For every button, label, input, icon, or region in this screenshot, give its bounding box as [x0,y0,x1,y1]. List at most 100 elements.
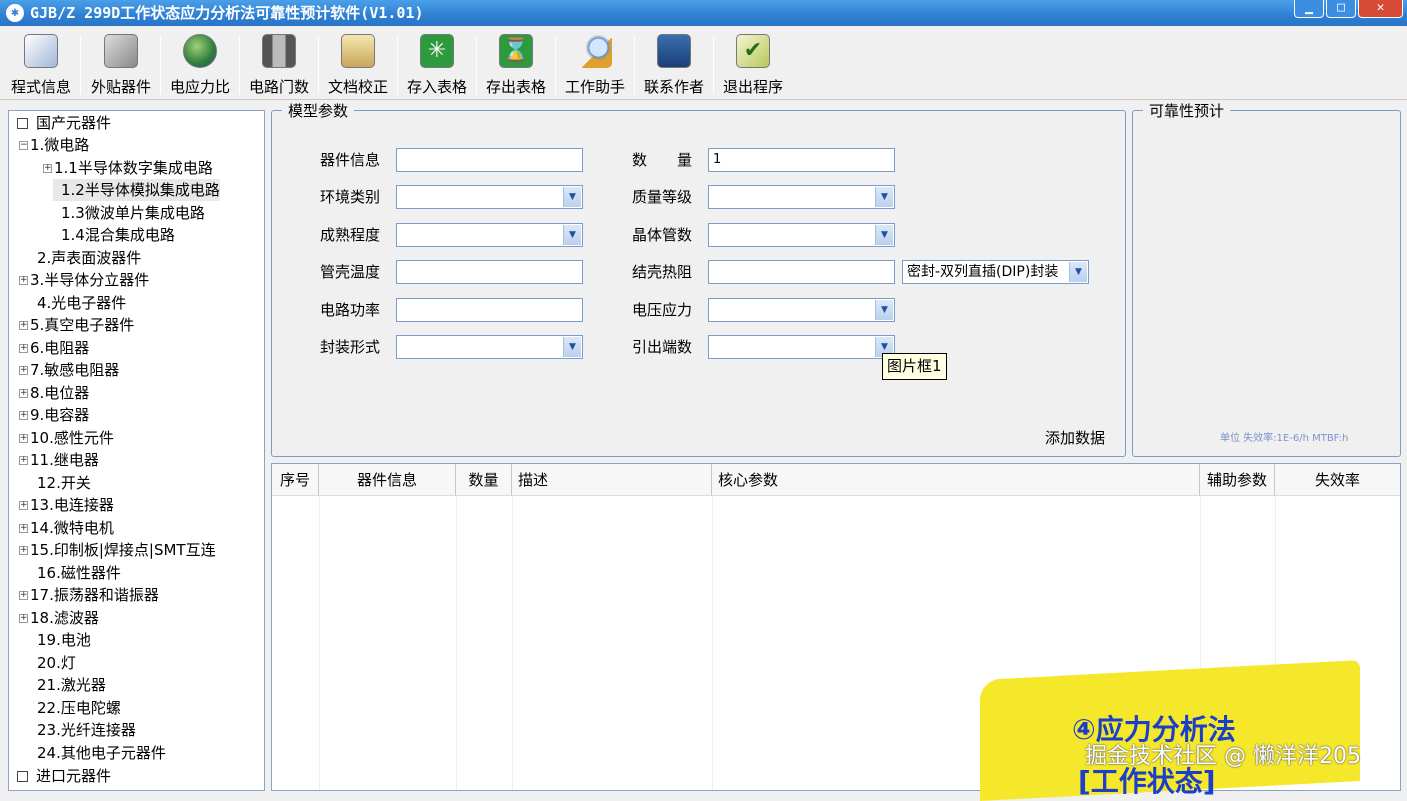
tree-item[interactable]: +8.电位器 [19,382,89,404]
tree-item[interactable]: 16.磁性器件 [29,562,121,584]
expand-icon[interactable]: + [19,501,28,510]
pins-select[interactable]: ▼ [708,335,895,359]
collapse-icon[interactable]: − [19,141,28,150]
tree-label: 2.声表面波器件 [37,249,142,267]
expand-icon[interactable]: + [19,411,28,420]
tree-label: 1.2半导体模拟集成电路 [61,181,220,199]
device-info-input[interactable] [396,148,583,172]
checkbox[interactable] [17,118,28,129]
expand-icon[interactable]: + [19,614,28,623]
toolbar-label: 程式信息 [10,78,71,96]
expand-icon[interactable]: + [19,389,28,398]
tree-item[interactable]: 1.3微波单片集成电路 [53,202,205,224]
tree-label: 12.开关 [37,474,91,492]
tree-label: 21.激光器 [37,676,106,694]
thermal-input[interactable] [708,260,895,284]
toolbar-smd-button[interactable]: 外贴器件 [82,32,160,98]
component-tree[interactable]: 国产元器件 −1.微电路 +1.1半导体数字集成电路 1.2半导体模拟集成电路 … [8,110,265,791]
tree-root-domestic[interactable]: 国产元器件 [17,112,111,134]
maximize-button[interactable]: □ [1326,0,1356,18]
tree-item[interactable]: +6.电阻器 [19,337,89,359]
tree-item[interactable]: 20.灯 [29,652,76,674]
tree-item[interactable]: 23.光纤连接器 [29,719,136,741]
add-data-button[interactable]: 添加数据 [1045,426,1105,450]
tree-item-selected[interactable]: 1.2半导体模拟集成电路 [53,179,220,201]
expand-icon[interactable]: + [19,524,28,533]
toolbar-import-button[interactable]: ✳ 存入表格 [398,32,476,98]
minimize-button[interactable]: ▁ [1294,0,1324,18]
tree-item[interactable]: +1.1半导体数字集成电路 [43,157,213,179]
tree-item[interactable]: 21.激光器 [29,674,106,696]
expand-icon[interactable]: + [19,344,28,353]
tree-item[interactable]: 4.光电子器件 [29,292,126,314]
tree-item[interactable]: +9.电容器 [19,404,89,426]
expand-icon[interactable]: + [19,456,28,465]
tree-item[interactable]: 22.压电陀螺 [29,697,121,719]
tree-item[interactable]: 2.声表面波器件 [29,247,141,269]
expand-icon[interactable]: + [43,164,52,173]
tree-item[interactable]: +17.振荡器和谐振器 [19,584,159,606]
column-header[interactable]: 序号 [272,464,319,496]
column-header[interactable]: 辅助参数 [1200,464,1275,496]
case-temp-input[interactable] [396,260,583,284]
column-header[interactable]: 失效率 [1275,464,1400,496]
expand-icon[interactable]: + [19,434,28,443]
overlay-subtitle: [工作状态] [1078,765,1216,798]
expand-icon[interactable]: + [19,366,28,375]
tree-item[interactable]: +10.感性元件 [19,427,114,449]
toolbar-doc-correct-button[interactable]: 文档校正 [319,32,397,98]
quality-select[interactable]: ▼ [708,185,895,209]
tree-item[interactable]: 12.开关 [29,472,91,494]
tree-item[interactable]: +14.微特电机 [19,517,114,539]
voltage-select[interactable]: ▼ [708,298,895,322]
tree-item[interactable]: +7.敏感电阻器 [19,359,119,381]
tree-label: 1.3微波单片集成电路 [61,204,205,222]
tree-item[interactable]: +3.半导体分立器件 [19,269,149,291]
dropdown-arrow-icon[interactable]: ▼ [875,225,893,245]
package-select[interactable]: ▼ [396,335,583,359]
tree-item[interactable]: 1.4混合集成电路 [53,224,175,246]
dropdown-arrow-icon[interactable]: ▼ [563,337,581,357]
tree-item[interactable]: +5.真空电子器件 [19,314,134,336]
tree-item[interactable]: +13.电连接器 [19,494,114,516]
dropdown-arrow-icon[interactable]: ▼ [875,300,893,320]
column-header[interactable]: 数量 [456,464,512,496]
checkbox[interactable] [17,771,28,782]
tree-item[interactable]: +11.继电器 [19,449,99,471]
column-header[interactable]: 器件信息 [319,464,456,496]
toolbar-program-info-button[interactable]: 程式信息 [2,32,80,98]
expand-icon[interactable]: + [19,546,28,555]
tree-item[interactable]: +18.滤波器 [19,607,99,629]
power-input[interactable] [396,298,583,322]
tree-root-imported[interactable]: 进口元器件 [17,765,111,787]
maturity-select[interactable]: ▼ [396,223,583,247]
column-header[interactable]: 核心参数 [712,464,1200,496]
toolbar-export-button[interactable]: ⌛ 存出表格 [477,32,555,98]
toolbar-contact-button[interactable]: 联系作者 [635,32,713,98]
tree-label: 19.电池 [37,631,91,649]
toolbar-exit-button[interactable]: ✔ 退出程序 [714,32,792,98]
toolbar-stress-ratio-button[interactable]: 电应力比 [161,32,239,98]
expand-icon[interactable]: + [19,591,28,600]
dropdown-arrow-icon[interactable]: ▼ [563,225,581,245]
select-value: 密封-双列直插(DIP)封装 [907,264,1059,280]
tree-label: 10.感性元件 [30,429,114,447]
thermal-package-select[interactable]: 密封-双列直插(DIP)封装 ▼ [902,260,1089,284]
toolbar-helper-button[interactable]: 工作助手 [556,32,634,98]
dropdown-arrow-icon[interactable]: ▼ [875,187,893,207]
toolbar-gate-count-button[interactable]: 电路门数 [240,32,318,98]
dropdown-arrow-icon[interactable]: ▼ [563,187,581,207]
column-header[interactable]: 描述 [512,464,712,496]
tree-item[interactable]: 24.其他电子元器件 [29,742,166,764]
expand-icon[interactable]: + [19,276,28,285]
expand-icon[interactable]: + [19,321,28,330]
tree-item[interactable]: −1.微电路 [19,134,89,156]
env-select[interactable]: ▼ [396,185,583,209]
reliability-prediction-group: 可靠性预计 [1132,100,1401,457]
tree-item[interactable]: 19.电池 [29,629,91,651]
qty-input[interactable]: 1 [708,148,895,172]
close-button[interactable]: ✕ [1358,0,1403,18]
tree-item[interactable]: +15.印制板|焊接点|SMT互连 [19,539,216,561]
transistors-select[interactable]: ▼ [708,223,895,247]
dropdown-arrow-icon[interactable]: ▼ [1069,262,1087,282]
